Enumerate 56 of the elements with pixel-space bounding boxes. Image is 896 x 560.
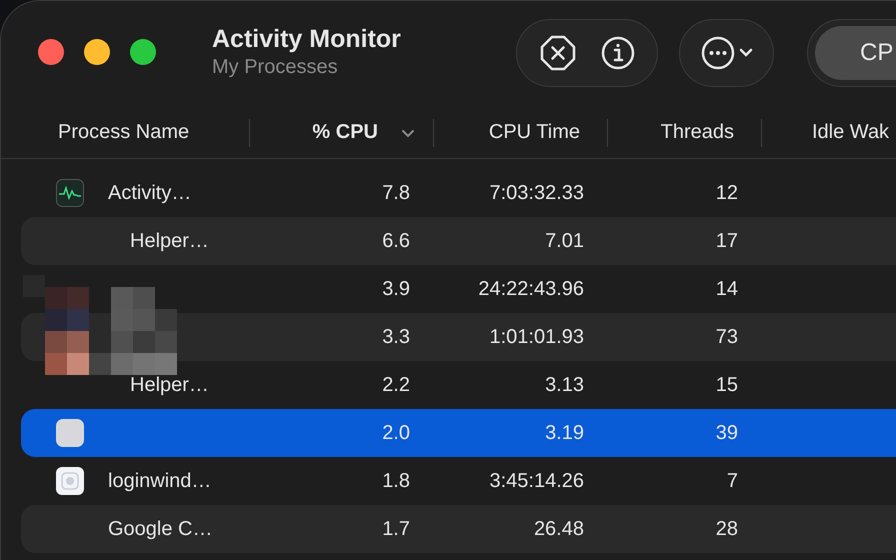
sort-chevron-icon: [401, 129, 415, 138]
cpu-time: 3.19: [545, 421, 584, 446]
thread-count: 17: [716, 229, 738, 254]
cpu-percent: 7.8: [382, 181, 410, 206]
cpu-percent: 2.2: [382, 373, 410, 398]
cpu-percent: 3.3: [382, 325, 410, 350]
stop-process-icon[interactable]: [540, 35, 576, 71]
column-header[interactable]: CPU Time: [488, 119, 580, 145]
zoom-button[interactable]: [130, 39, 156, 65]
cpu-percent: 3.9: [382, 277, 410, 302]
cpu-time: 3.13: [545, 373, 584, 398]
thread-count: 12: [716, 181, 738, 206]
info-icon[interactable]: [600, 36, 634, 70]
cpu-percent: 1.7: [382, 517, 410, 542]
process-row[interactable]: Helper… 6.6 7.01 17: [21, 217, 896, 265]
cpu-time: 24:22:43.96: [478, 277, 584, 302]
process-row[interactable]: 3.9 24:22:43.96 14: [21, 265, 896, 313]
more-options-icon[interactable]: [700, 36, 734, 70]
column-header[interactable]: Idle Wak: [812, 119, 890, 145]
process-row[interactable]: Helper… 2.2 3.13 15: [21, 361, 896, 409]
cpu-percent: 1.8: [382, 469, 410, 494]
process-row[interactable]: Google C… 1.7 26.48 28: [21, 505, 896, 553]
close-button[interactable]: [38, 39, 64, 65]
process-name: Helper…: [130, 229, 209, 254]
cpu-time: 7:03:32.33: [489, 181, 584, 206]
thread-count: 7: [726, 469, 738, 494]
column-header[interactable]: % CPU: [312, 119, 378, 145]
thread-count: 15: [716, 373, 738, 398]
cpu-time: 7.01: [545, 229, 584, 254]
process-row[interactable]: 2.0 3.19 39: [21, 409, 896, 457]
cpu-tab[interactable]: CP: [815, 26, 896, 80]
process-name: Activity…: [108, 181, 192, 206]
thread-count: 73: [716, 325, 738, 350]
heartbeat-icon: [56, 179, 84, 207]
process-name: Google C…: [108, 517, 212, 542]
app-icon: [56, 419, 84, 447]
chevron-down-icon[interactable]: [738, 48, 752, 58]
window-title: Activity Monitor: [212, 24, 401, 54]
column-header[interactable]: Process Name: [58, 119, 190, 145]
window-subtitle: My Processes: [212, 55, 339, 80]
column-header[interactable]: Threads: [660, 119, 734, 145]
thread-count: 39: [716, 421, 738, 446]
cpu-time: 1:01:01.93: [489, 325, 584, 350]
process-name: loginwind…: [108, 469, 212, 494]
cpu-percent: 2.0: [382, 421, 410, 446]
minimize-button[interactable]: [84, 39, 110, 65]
process-row[interactable]: Activity… 7.8 7:03:32.33 12: [21, 169, 896, 217]
thread-count: 14: [716, 277, 738, 302]
app-icon: [56, 467, 84, 495]
process-name: Helper…: [130, 373, 209, 398]
cpu-time: 3:45:14.26: [489, 469, 584, 494]
process-row[interactable]: loginwind… 1.8 3:45:14.26 7: [21, 457, 896, 505]
thread-count: 28: [716, 517, 738, 542]
cpu-time: 26.48: [534, 517, 584, 542]
cpu-percent: 6.6: [382, 229, 410, 254]
view-segmented-control[interactable]: CP: [807, 19, 896, 87]
